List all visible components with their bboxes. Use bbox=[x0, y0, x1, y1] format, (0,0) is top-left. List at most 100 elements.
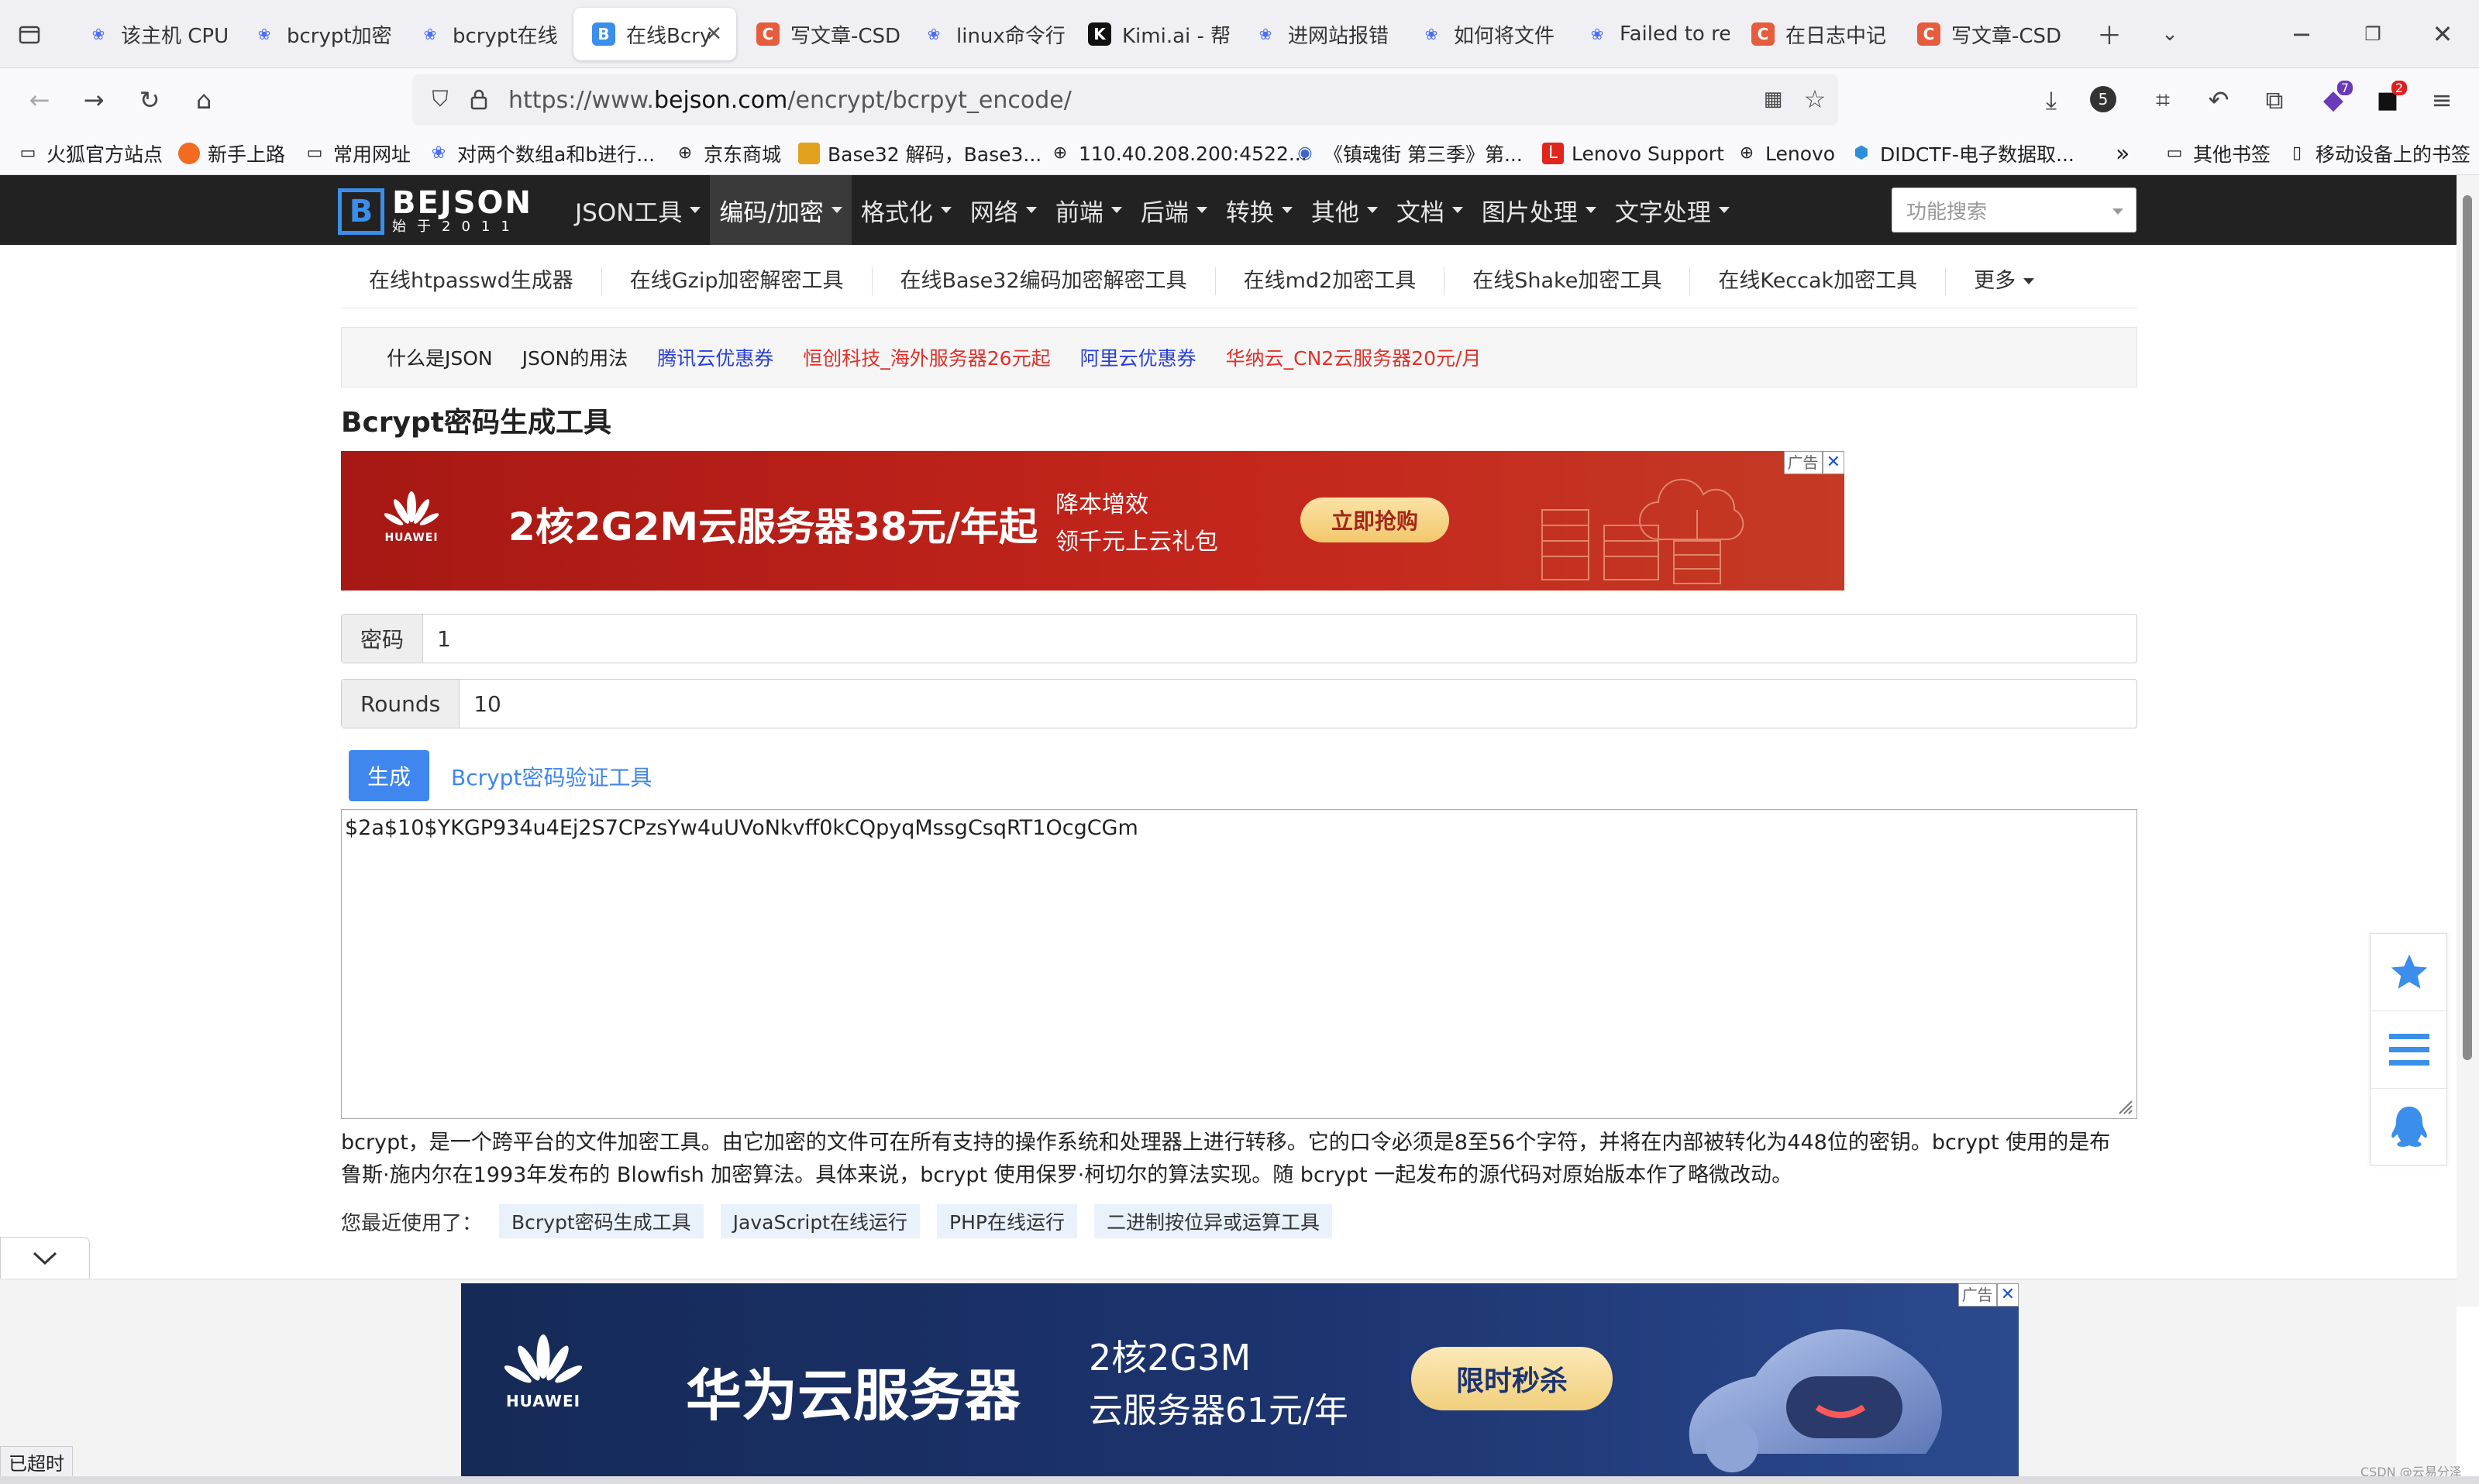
link-json-usage[interactable]: JSON的用法 bbox=[522, 343, 628, 371]
password-input[interactable]: 1 bbox=[423, 615, 2136, 663]
menu-icon[interactable]: ≡ bbox=[2422, 81, 2461, 119]
output-hash: $2a$10$YKGP934u4Ej2S7CPzsYw4uUVoNkvff0kC… bbox=[345, 816, 1138, 840]
subnav-keccak[interactable]: 在线Keccak加密工具 bbox=[1690, 267, 1947, 295]
undo-icon[interactable]: ↶ bbox=[2199, 81, 2238, 119]
subnav-htpasswd[interactable]: 在线htpasswd生成器 bbox=[341, 267, 602, 295]
subnav-shake[interactable]: 在线Shake加密工具 bbox=[1444, 267, 1691, 295]
browser-tab[interactable]: ❀ 进网站报错 bbox=[1235, 8, 1398, 60]
qq-button[interactable] bbox=[2371, 1089, 2448, 1166]
reload-icon[interactable]: ↻ bbox=[130, 81, 169, 119]
generate-button[interactable]: 生成 bbox=[349, 750, 429, 801]
close-window-icon[interactable]: ✕ bbox=[2426, 17, 2460, 51]
bookmark-item[interactable]: ❀ 对两个数组a和b进行... bbox=[428, 138, 655, 169]
browser-tab[interactable]: ❀ 如何将文件 bbox=[1401, 8, 1564, 60]
nav-json-tools[interactable]: JSON工具 bbox=[566, 175, 710, 245]
subnav-base32[interactable]: 在线Base32编码加密解密工具 bbox=[873, 267, 1216, 295]
minimize-icon[interactable]: − bbox=[2284, 17, 2319, 51]
bookmark-item[interactable]: Base32 解码，Base3... bbox=[798, 138, 1042, 169]
browser-tab-active[interactable]: B 在线Bcry ✕ bbox=[573, 8, 736, 60]
ad-banner-top[interactable]: HUAWEI 2核2G2M云服务器38元/年起 降本增效 领千元上云礼包 立即抢… bbox=[341, 451, 1844, 591]
subnav-gzip[interactable]: 在线Gzip加密解密工具 bbox=[602, 267, 873, 295]
bookmarks-overflow-icon[interactable]: » bbox=[2116, 138, 2130, 169]
nav-image[interactable]: 图片处理 bbox=[1472, 175, 1606, 245]
resize-grip-icon[interactable] bbox=[2116, 1098, 2133, 1115]
new-tab-icon[interactable]: ＋ bbox=[2092, 17, 2126, 51]
close-tab-icon[interactable]: ✕ bbox=[705, 22, 722, 46]
output-textarea[interactable]: $2a$10$YKGP934u4Ej2S7CPzsYw4uUVoNkvff0kC… bbox=[341, 809, 2137, 1119]
scrollbar-thumb[interactable] bbox=[2463, 195, 2472, 1060]
nav-docs[interactable]: 文档 bbox=[1387, 175, 1472, 245]
bookmark-item[interactable]: ▭ 火狐官方站点 bbox=[17, 138, 163, 169]
menu-button[interactable] bbox=[2371, 1011, 2448, 1089]
link-aliyun-coupon[interactable]: 阿里云优惠券 bbox=[1080, 343, 1196, 371]
browser-tab[interactable]: ❀ Failed to re bbox=[1567, 8, 1730, 60]
nav-backend[interactable]: 后端 bbox=[1131, 175, 1217, 245]
recent-tool-chip[interactable]: JavaScript在线运行 bbox=[720, 1204, 920, 1238]
favorite-button[interactable] bbox=[2371, 934, 2448, 1011]
function-search-select[interactable]: 功能搜索 bbox=[1892, 188, 2136, 232]
subnav-more[interactable]: 更多 bbox=[1946, 267, 2062, 295]
forward-icon[interactable]: → bbox=[74, 81, 113, 119]
nav-text[interactable]: 文字处理 bbox=[1606, 175, 1739, 245]
bookmark-item[interactable]: ⬢ DIDCTF-电子数据取... bbox=[1851, 138, 2074, 169]
bookmark-item[interactable]: ⊕ Lenovo bbox=[1736, 138, 1835, 169]
address-bar[interactable]: ⛉ https://www.bejson.com/encrypt/bcrpyt_… bbox=[412, 74, 1838, 126]
ad1-cta-button[interactable]: 立即抢购 bbox=[1300, 498, 1449, 542]
link-hengchuang[interactable]: 恒创科技_海外服务器26元起 bbox=[803, 343, 1050, 371]
nav-frontend[interactable]: 前端 bbox=[1046, 175, 1131, 245]
browser-tab[interactable]: ❀ linux命令行 bbox=[904, 8, 1066, 60]
page-scrollbar[interactable] bbox=[2457, 175, 2479, 1307]
browser-tab[interactable]: C 在日志中记 bbox=[1733, 8, 1895, 60]
bookmark-item[interactable]: ▯ 移动设备上的书签 bbox=[2286, 138, 2470, 169]
home-icon[interactable]: ⌂ bbox=[184, 81, 223, 119]
lock-icon[interactable] bbox=[463, 84, 494, 115]
bookmark-item[interactable]: ⊕ 110.40.208.200:4522... bbox=[1049, 138, 1307, 169]
site-logo[interactable]: B BEJSON 始于2011 bbox=[338, 186, 532, 237]
nav-convert[interactable]: 转换 bbox=[1217, 175, 1302, 245]
browser-tab[interactable]: ❀ bcrypt在线 bbox=[400, 8, 563, 60]
restore-icon[interactable]: ❐ bbox=[2356, 17, 2390, 51]
subnav-md2[interactable]: 在线md2加密工具 bbox=[1216, 267, 1445, 295]
bookmark-item[interactable]: L Lenovo Support bbox=[1542, 138, 1724, 169]
bookmark-item[interactable]: ◉ 《镇魂街 第三季》第... bbox=[1294, 138, 1522, 169]
extension-badge-icon[interactable]: 5 bbox=[2088, 84, 2119, 115]
recent-tool-chip[interactable]: 二进制按位异或运算工具 bbox=[1093, 1204, 1332, 1238]
close-ad-icon[interactable]: ✕ bbox=[1822, 451, 1844, 474]
recent-tool-chip[interactable]: Bcrypt密码生成工具 bbox=[499, 1204, 704, 1238]
browser-tab[interactable]: ❀ 该主机 CPU bbox=[68, 8, 231, 60]
firefox-icon bbox=[178, 143, 200, 164]
bookmark-item[interactable]: ▭ 其他书签 bbox=[2164, 138, 2271, 169]
browser-tab[interactable]: C 写文章-CSD bbox=[738, 8, 900, 60]
tab-overview-icon[interactable] bbox=[12, 17, 46, 51]
recent-tool-chip[interactable]: PHP在线运行 bbox=[937, 1204, 1077, 1238]
bookmark-item[interactable]: ⊕ 京东商城 bbox=[674, 138, 781, 169]
extension-red-icon[interactable]: ■ 2 bbox=[2368, 81, 2407, 119]
close-ad-icon[interactable]: ✕ bbox=[1996, 1283, 2019, 1307]
crop-icon[interactable]: ⌗ bbox=[2143, 81, 2182, 119]
bookmark-item[interactable]: 新手上路 bbox=[178, 138, 285, 169]
nav-format[interactable]: 格式化 bbox=[852, 175, 961, 245]
collapse-ad-button[interactable] bbox=[0, 1237, 90, 1279]
rounds-input[interactable]: 10 bbox=[460, 680, 2136, 728]
link-huanayun[interactable]: 华纳云_CN2云服务器20元/月 bbox=[1226, 343, 1482, 371]
qr-code-icon[interactable]: ▦ bbox=[1758, 84, 1789, 115]
bookmark-star-icon[interactable]: ☆ bbox=[1799, 84, 1830, 115]
tab-list-icon[interactable]: ⌄ bbox=[2153, 17, 2187, 51]
shield-icon[interactable]: ⛉ bbox=[425, 84, 456, 115]
bcrypt-verify-link[interactable]: Bcrypt密码验证工具 bbox=[451, 761, 652, 792]
nav-network[interactable]: 网络 bbox=[961, 175, 1046, 245]
ad-banner-bottom[interactable]: HUAWEI 华为云服务器 2核2G3M 云服务器61元/年 限时秒杀 广告 ✕ bbox=[461, 1283, 2019, 1476]
extension-purple-icon[interactable]: ◆ 7 bbox=[2314, 81, 2353, 119]
browser-tab[interactable]: K Kimi.ai - 帮 bbox=[1069, 8, 1232, 60]
puzzle-icon[interactable]: ⧉ bbox=[2255, 81, 2294, 119]
bookmark-item[interactable]: ▭ 常用网址 bbox=[304, 138, 411, 169]
link-tencent-coupon[interactable]: 腾讯云优惠券 bbox=[657, 343, 773, 371]
back-icon[interactable]: ← bbox=[20, 81, 59, 119]
nav-encode-encrypt[interactable]: 编码/加密 bbox=[710, 175, 852, 245]
link-what-is-json[interactable]: 什么是JSON bbox=[387, 343, 493, 371]
browser-tab[interactable]: C 写文章-CSD bbox=[1899, 8, 2061, 60]
browser-tab[interactable]: ❀ bcrypt加密 bbox=[234, 8, 397, 60]
nav-other[interactable]: 其他 bbox=[1302, 175, 1387, 245]
ad2-cta-button[interactable]: 限时秒杀 bbox=[1411, 1347, 1613, 1410]
download-icon[interactable]: ⤓ bbox=[2032, 81, 2071, 119]
